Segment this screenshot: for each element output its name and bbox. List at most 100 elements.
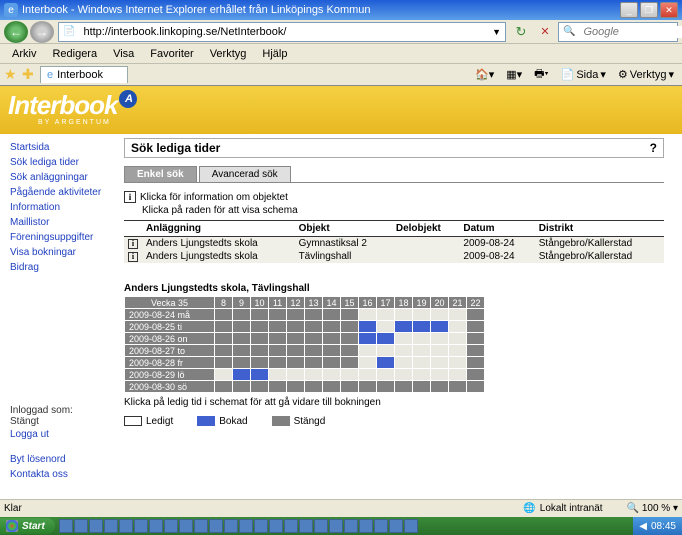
schedule-cell[interactable] xyxy=(431,333,449,345)
nav-change-password[interactable]: Byt lösenord xyxy=(10,452,116,467)
schedule-cell[interactable] xyxy=(395,345,413,357)
schedule-cell[interactable] xyxy=(449,369,467,381)
menu-arkiv[interactable]: Arkiv xyxy=(4,46,44,62)
menu-hjalp[interactable]: Hjälp xyxy=(254,46,295,62)
menu-visa[interactable]: Visa xyxy=(105,46,142,62)
nav-startsida[interactable]: Startsida xyxy=(10,140,116,155)
nav-pagaende[interactable]: Pågående aktiviteter xyxy=(10,185,116,200)
taskbar-item[interactable] xyxy=(74,519,88,533)
favorites-star-icon[interactable]: ★ xyxy=(4,66,22,84)
schedule-cell[interactable] xyxy=(449,309,467,321)
home-button[interactable]: 🏠▾ xyxy=(471,66,498,83)
nav-logout[interactable]: Logga ut xyxy=(10,427,116,442)
taskbar-item[interactable] xyxy=(149,519,163,533)
schedule-cell[interactable] xyxy=(377,309,395,321)
taskbar-item[interactable] xyxy=(164,519,178,533)
schedule-cell[interactable] xyxy=(287,369,305,381)
tools-menu[interactable]: ⚙Verktyg▾ xyxy=(614,66,678,83)
address-bar[interactable]: 📄 ▼ xyxy=(58,22,506,42)
schedule-cell[interactable] xyxy=(359,345,377,357)
taskbar-item[interactable] xyxy=(404,519,418,533)
nav-sok-lediga[interactable]: Sök lediga tider xyxy=(10,155,116,170)
help-button[interactable]: ? xyxy=(650,141,657,155)
schedule-cell[interactable] xyxy=(413,333,431,345)
taskbar-item[interactable] xyxy=(314,519,328,533)
taskbar-item[interactable] xyxy=(119,519,133,533)
system-tray[interactable]: ◀ 08:45 xyxy=(633,517,682,535)
row-info-icon[interactable]: i xyxy=(128,239,138,249)
schedule-cell[interactable] xyxy=(413,309,431,321)
print-button[interactable]: 🖶▾ xyxy=(530,63,552,86)
schedule-cell[interactable] xyxy=(359,357,377,369)
taskbar-item[interactable] xyxy=(299,519,313,533)
schedule-cell[interactable] xyxy=(377,321,395,333)
url-input[interactable] xyxy=(79,26,488,38)
schedule-cell[interactable] xyxy=(413,369,431,381)
row-info-icon[interactable]: i xyxy=(128,252,138,262)
forward-button[interactable]: → xyxy=(30,21,54,43)
tab-simple-search[interactable]: Enkel sök xyxy=(124,166,197,182)
taskbar-item[interactable] xyxy=(269,519,283,533)
schedule-cell[interactable] xyxy=(431,309,449,321)
tray-icons[interactable]: ◀ xyxy=(639,521,647,532)
nav-maillistor[interactable]: Maillistor xyxy=(10,215,116,230)
schedule-cell[interactable] xyxy=(431,357,449,369)
taskbar-item[interactable] xyxy=(59,519,73,533)
schedule-cell[interactable] xyxy=(215,369,233,381)
schedule-cell[interactable] xyxy=(377,369,395,381)
close-button[interactable]: ✕ xyxy=(660,2,678,18)
tab-advanced-search[interactable]: Avancerad sök xyxy=(199,166,291,182)
taskbar-item[interactable] xyxy=(359,519,373,533)
schedule-cell[interactable] xyxy=(449,321,467,333)
schedule-cell[interactable] xyxy=(269,369,287,381)
menu-verktyg[interactable]: Verktyg xyxy=(202,46,255,62)
nav-foreningsuppgifter[interactable]: Föreningsuppgifter xyxy=(10,230,116,245)
nav-sok-anlaggningar[interactable]: Sök anläggningar xyxy=(10,170,116,185)
schedule-cell[interactable] xyxy=(359,369,377,381)
zoom-level[interactable]: 🔍 100 % ▾ xyxy=(627,503,678,514)
favorites-add-icon[interactable]: ✚ xyxy=(22,66,40,84)
schedule-cell[interactable] xyxy=(395,309,413,321)
back-button[interactable]: ← xyxy=(4,21,28,43)
taskbar-item[interactable] xyxy=(179,519,193,533)
dropdown-icon[interactable]: ▼ xyxy=(488,27,505,37)
start-button[interactable]: Start xyxy=(0,518,55,534)
schedule-cell[interactable] xyxy=(449,357,467,369)
schedule-cell[interactable] xyxy=(377,345,395,357)
schedule-cell[interactable] xyxy=(341,369,359,381)
stop-button[interactable]: ✕ xyxy=(534,22,556,42)
search-input[interactable] xyxy=(579,26,682,38)
schedule-cell[interactable] xyxy=(449,345,467,357)
taskbar-item[interactable] xyxy=(329,519,343,533)
schedule-cell[interactable] xyxy=(395,369,413,381)
page-menu[interactable]: 📄Sida▾ xyxy=(557,66,610,83)
feeds-button[interactable]: ▦▾ xyxy=(502,66,526,83)
taskbar-item[interactable] xyxy=(254,519,268,533)
menu-favoriter[interactable]: Favoriter xyxy=(142,46,201,62)
taskbar-item[interactable] xyxy=(344,519,358,533)
refresh-button[interactable]: ↻ xyxy=(510,22,532,42)
menu-redigera[interactable]: Redigera xyxy=(44,46,105,62)
schedule-cell[interactable] xyxy=(431,345,449,357)
search-box[interactable]: 🔍 xyxy=(558,22,678,42)
nav-bidrag[interactable]: Bidrag xyxy=(10,260,116,275)
schedule-cell[interactable] xyxy=(395,333,413,345)
table-row[interactable]: i Anders Ljungstedts skolaGymnastiksal 2… xyxy=(124,237,664,251)
schedule-cell[interactable] xyxy=(431,369,449,381)
taskbar-item[interactable] xyxy=(209,519,223,533)
taskbar-item[interactable] xyxy=(374,519,388,533)
taskbar-item[interactable] xyxy=(134,519,148,533)
schedule-cell[interactable] xyxy=(305,369,323,381)
taskbar-item[interactable] xyxy=(224,519,238,533)
schedule-cell[interactable] xyxy=(413,357,431,369)
taskbar-item[interactable] xyxy=(389,519,403,533)
browser-tab[interactable]: e Interbook xyxy=(40,66,128,83)
taskbar-item[interactable] xyxy=(239,519,253,533)
minimize-button[interactable]: _ xyxy=(620,2,638,18)
table-row[interactable]: i Anders Ljungstedts skolaTävlingshall20… xyxy=(124,250,664,263)
taskbar-item[interactable] xyxy=(284,519,298,533)
schedule-cell[interactable] xyxy=(449,333,467,345)
nav-contact[interactable]: Kontakta oss xyxy=(10,467,116,482)
taskbar-item[interactable] xyxy=(104,519,118,533)
schedule-cell[interactable] xyxy=(323,369,341,381)
